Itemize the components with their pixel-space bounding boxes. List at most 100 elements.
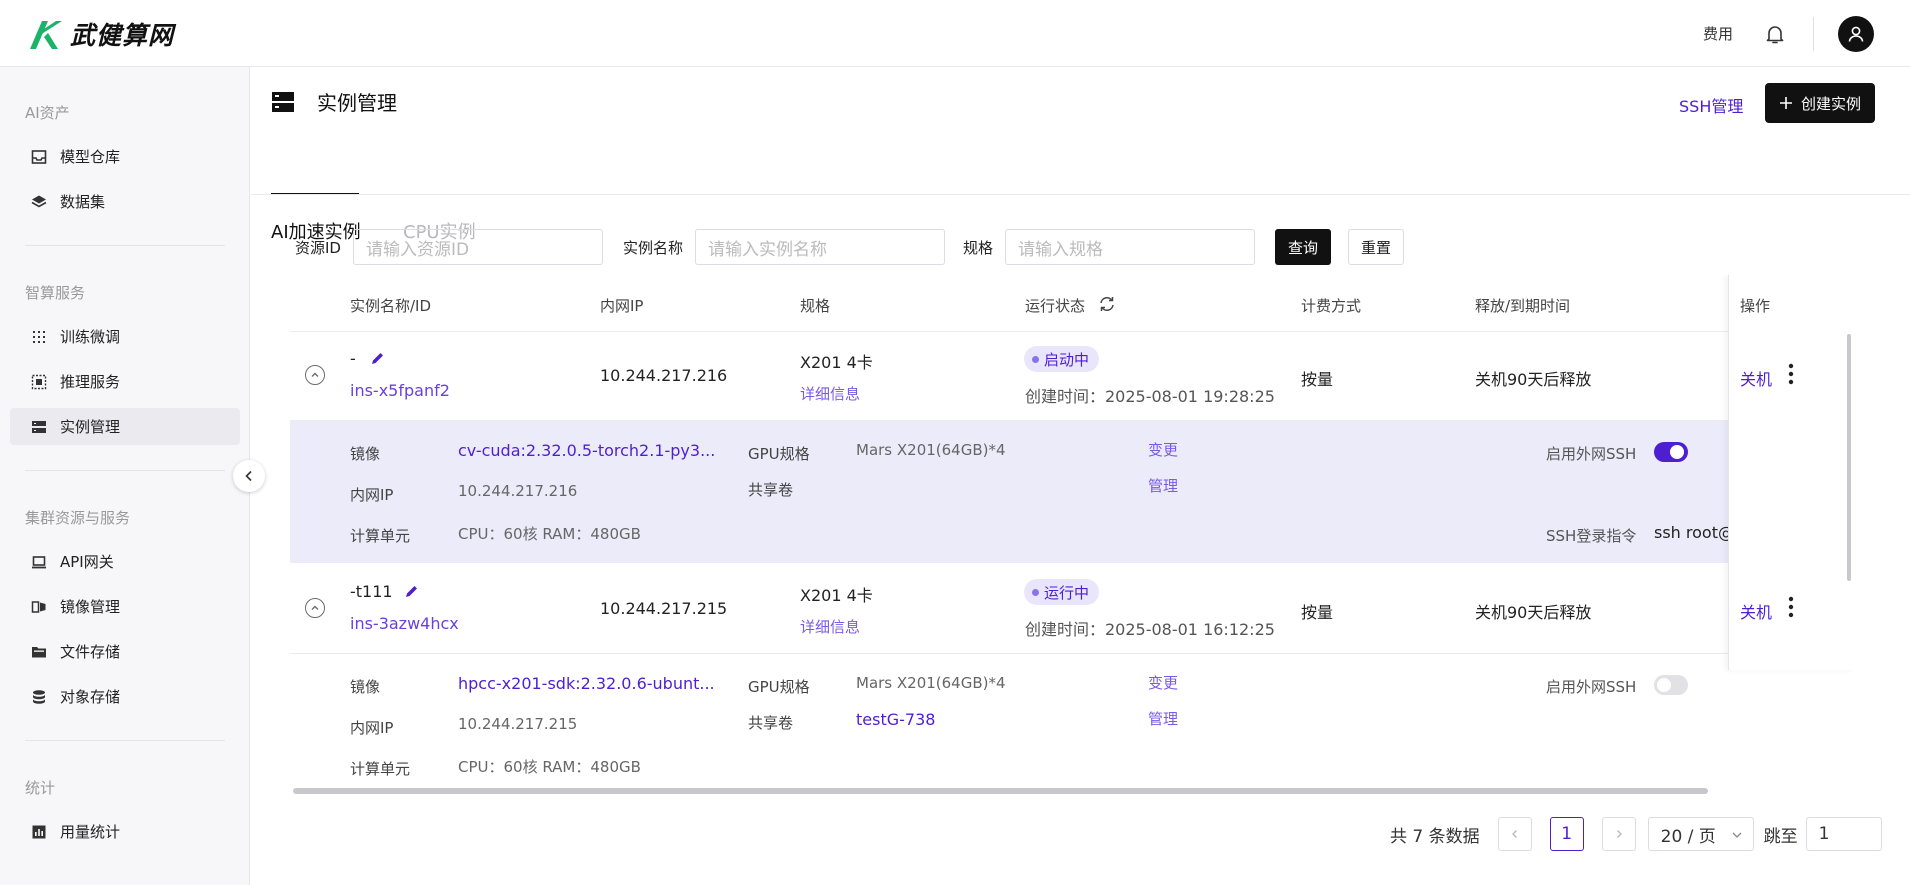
vertical-scrollbar[interactable] — [1847, 334, 1851, 581]
next-page-button[interactable] — [1601, 817, 1636, 851]
instance-id[interactable]: ins-3azw4hcx — [350, 614, 459, 633]
page-number[interactable]: 1 — [1549, 817, 1584, 851]
resource-id-label: 资源ID — [295, 238, 341, 257]
image-value[interactable]: cv-cuda:2.32.0.5-torch2.1-py3... — [458, 441, 715, 460]
instance-id[interactable]: ins-x5fpanf2 — [350, 381, 450, 400]
more-icon[interactable] — [1788, 596, 1794, 618]
instance-detail-panel: 镜像 hpcc-x201-sdk:2.32.0.6-ubunt... 内网IP … — [290, 654, 1855, 795]
release-time: 关机90天后释放 — [1475, 603, 1592, 622]
shutdown-button[interactable]: 关机 — [1740, 366, 1772, 390]
collapse-row-button[interactable] — [305, 365, 325, 385]
manage-link[interactable]: 管理 — [1148, 708, 1178, 729]
sidebar-item-label: 实例管理 — [60, 418, 121, 436]
ssh-management-link[interactable]: SSH管理 — [1679, 93, 1743, 117]
more-icon[interactable] — [1788, 363, 1794, 385]
fee-link[interactable]: 费用 — [1703, 23, 1733, 44]
external-ssh-toggle[interactable] — [1654, 675, 1688, 695]
scan-icon — [30, 373, 48, 391]
column-header: 释放/到期时间 — [1475, 297, 1571, 315]
sidebar-item-images[interactable]: 镜像管理 — [10, 588, 240, 625]
chevron-up-icon — [311, 372, 319, 377]
shared-volume-value[interactable]: testG-738 — [856, 710, 935, 729]
sidebar-item-model-repo[interactable]: 模型仓库 — [10, 138, 240, 175]
status-badge: 运行中 — [1024, 579, 1100, 605]
create-instance-button[interactable]: 创建实例 — [1765, 83, 1875, 123]
column-header: 计费方式 — [1301, 297, 1362, 315]
status-badge: 启动中 — [1024, 346, 1100, 372]
status-dot — [1032, 588, 1039, 596]
billing-type: 按量 — [1301, 603, 1334, 622]
folder-icon — [30, 643, 48, 661]
sidebar-item-label: 模型仓库 — [60, 148, 121, 166]
sidebar-item-file-storage[interactable]: 文件存储 — [10, 633, 240, 670]
edit-icon[interactable] — [370, 351, 385, 366]
image-value[interactable]: hpcc-x201-sdk:2.32.0.6-ubunt... — [458, 674, 715, 693]
sidebar-item-object-storage[interactable]: 对象存储 — [10, 678, 240, 715]
created-time: 创建时间：2025-08-01 16:12:25 — [1025, 620, 1275, 639]
layers-icon — [30, 193, 48, 211]
sidebar-divider — [25, 740, 225, 741]
gpu-spec-value: Mars X201(64GB)*4 — [856, 441, 1006, 459]
sidebar-item-usage-stats[interactable]: 用量统计 — [10, 813, 240, 850]
prev-page-button[interactable] — [1497, 817, 1532, 851]
bell-icon[interactable] — [1763, 22, 1787, 46]
chevron-right-icon — [1616, 830, 1622, 838]
internal-ip-label: 内网IP — [350, 486, 394, 504]
sidebar-item-api-gateway[interactable]: API网关 — [10, 543, 240, 580]
chevron-left-icon — [1511, 830, 1517, 838]
sidebar-item-inference[interactable]: 推理服务 — [10, 363, 240, 400]
query-button[interactable]: 查询 — [1275, 229, 1331, 265]
gpu-spec-label: GPU规格 — [748, 678, 810, 696]
page-title: 实例管理 — [317, 91, 397, 115]
spec-detail-link[interactable]: 详细信息 — [800, 616, 860, 637]
release-time: 关机90天后释放 — [1475, 370, 1592, 389]
change-link[interactable]: 变更 — [1148, 439, 1178, 460]
edit-icon[interactable] — [404, 584, 419, 599]
instance-name: -t111 — [350, 582, 393, 601]
plus-icon — [1779, 97, 1792, 109]
status-text: 启动中 — [1044, 350, 1090, 369]
avatar[interactable] — [1838, 15, 1874, 52]
tab-divider — [251, 194, 1910, 195]
sidebar-item-instances[interactable]: 实例管理 — [10, 408, 240, 445]
instance-name-input[interactable]: 请输入实例名称 — [695, 229, 946, 265]
reset-button[interactable]: 重置 — [1348, 229, 1404, 265]
chevron-up-icon — [311, 605, 319, 610]
filter-resource-id: 资源ID 请输入资源ID — [295, 229, 603, 265]
inbox-icon — [30, 148, 48, 166]
sidebar-item-fine-tuning[interactable]: 训练微调 — [10, 318, 240, 355]
sidebar-collapse-button[interactable] — [233, 460, 265, 492]
app-name: 武健算网 — [70, 21, 175, 50]
sidebar-item-label: 训练微调 — [60, 328, 121, 346]
sidebar-item-label: 数据集 — [60, 193, 106, 211]
shutdown-button[interactable]: 关机 — [1740, 599, 1772, 623]
logo-mark-icon — [30, 21, 62, 49]
database-icon — [30, 688, 48, 706]
jump-input[interactable]: 1 — [1805, 817, 1882, 851]
internal-ip-value: 10.244.217.216 — [458, 482, 578, 500]
manage-link[interactable]: 管理 — [1148, 475, 1178, 496]
billing-type: 按量 — [1301, 370, 1334, 389]
change-link[interactable]: 变更 — [1148, 672, 1178, 693]
spec-input[interactable]: 请输入规格 — [1005, 229, 1256, 265]
spec-detail-link[interactable]: 详细信息 — [800, 383, 860, 404]
external-ssh-toggle[interactable] — [1654, 442, 1688, 462]
sidebar-item-label: 对象存储 — [60, 688, 121, 706]
sidebar-group-ai-assets: AI资产 — [25, 104, 70, 122]
horizontal-scrollbar[interactable] — [293, 788, 1708, 794]
sidebar-item-label: 推理服务 — [60, 373, 121, 391]
page-size-select[interactable]: 20 / 页 — [1647, 817, 1754, 851]
page-size-value: 20 / 页 — [1660, 826, 1716, 847]
resource-id-input[interactable]: 请输入资源ID — [352, 229, 603, 265]
instance-detail-panel: 镜像 cv-cuda:2.32.0.5-torch2.1-py3... 内网IP… — [290, 421, 1855, 563]
image-label: 镜像 — [350, 445, 381, 463]
refresh-icon[interactable] — [1098, 295, 1116, 313]
internal-ip-value: 10.244.217.215 — [458, 715, 578, 733]
instance-ip: 10.244.217.215 — [600, 599, 728, 618]
collapse-row-button[interactable] — [305, 598, 325, 618]
column-header: 内网IP — [600, 297, 644, 315]
app-logo[interactable]: 武健算网 — [28, 16, 174, 52]
sidebar-item-datasets[interactable]: 数据集 — [10, 183, 240, 220]
grid-dots-icon — [30, 328, 48, 346]
sidebar-item-label: 用量统计 — [60, 823, 121, 841]
